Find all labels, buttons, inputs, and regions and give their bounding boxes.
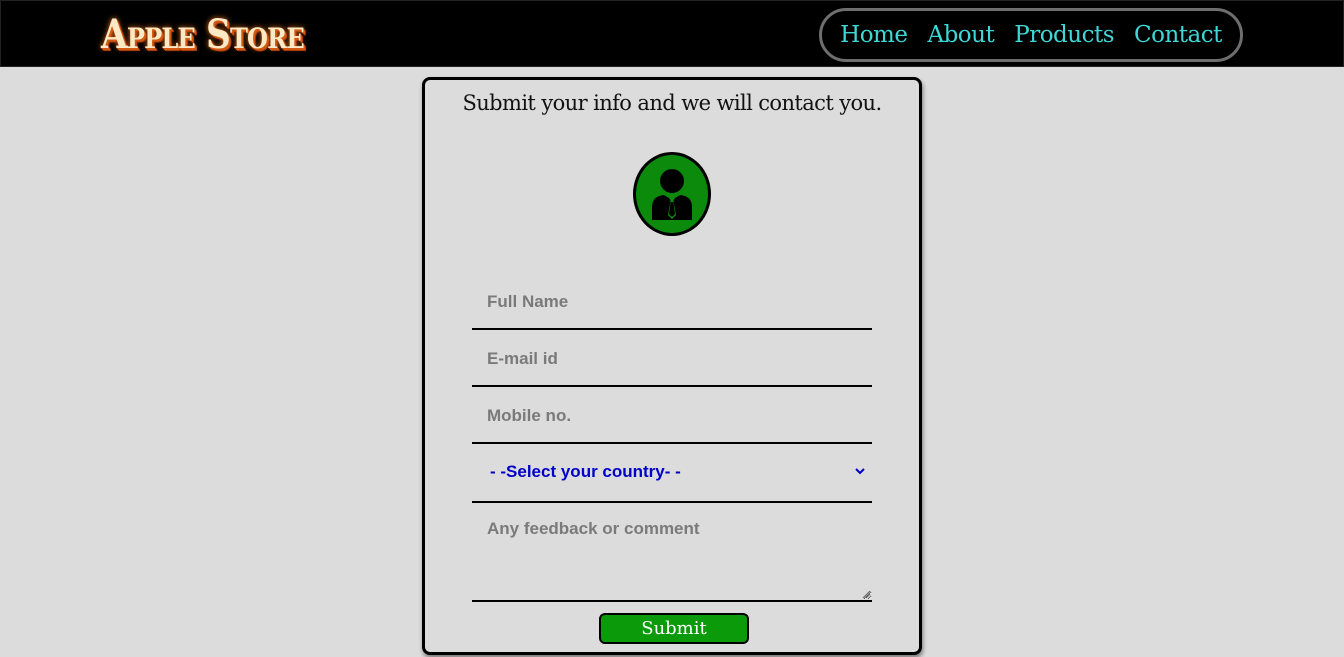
nav-link-contact[interactable]: Contact (1134, 20, 1222, 50)
user-tie-icon (652, 169, 692, 220)
nav-link-home[interactable]: Home (840, 20, 908, 50)
avatar (633, 152, 711, 236)
mobile-input[interactable] (472, 389, 872, 444)
resize-handle-icon[interactable] (862, 590, 871, 599)
form-title: Submit your info and we will contact you… (462, 91, 882, 115)
submit-button[interactable]: Submit (599, 613, 749, 644)
full-name-input[interactable] (472, 275, 872, 330)
nav-link-about[interactable]: About (927, 20, 994, 50)
chevron-down-icon (855, 468, 865, 475)
site-header: Apple Store Home About Products Contact (0, 0, 1344, 67)
feedback-textarea[interactable] (472, 505, 872, 602)
main-nav: Home About Products Contact (819, 8, 1243, 62)
country-select-value: - -Select your country- - (490, 462, 681, 481)
nav-link-products[interactable]: Products (1014, 20, 1114, 50)
email-input[interactable] (472, 332, 872, 387)
site-logo[interactable]: Apple Store (101, 11, 305, 59)
contact-form-card: Submit your info and we will contact you… (422, 77, 922, 655)
country-select[interactable]: - -Select your country- - (472, 446, 872, 503)
